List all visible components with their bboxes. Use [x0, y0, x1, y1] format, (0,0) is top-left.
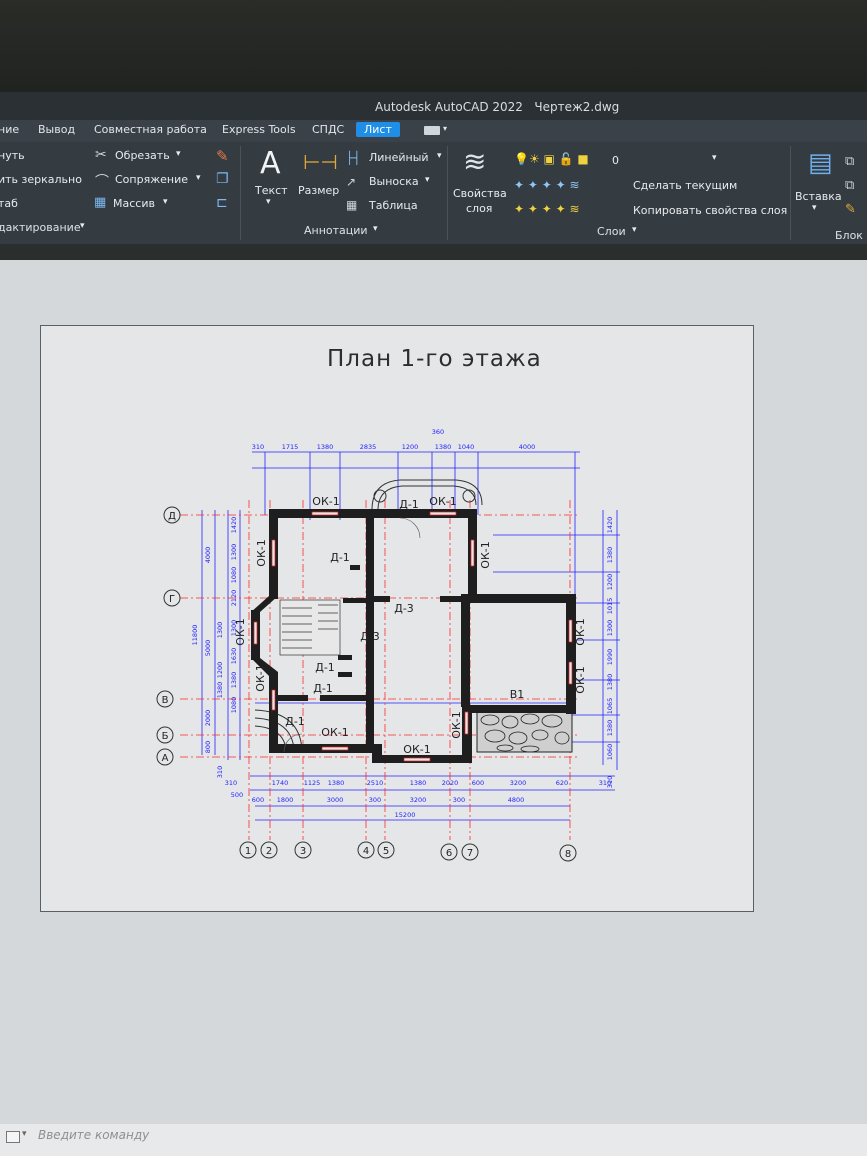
dim-left-small: 1200 [216, 662, 224, 679]
dim-left: 800 [204, 741, 212, 753]
dim-bottom-2: 3000 [327, 796, 344, 804]
dim-left-small: 310 [216, 766, 224, 778]
staircase [279, 599, 341, 656]
floor-plan-drawing[interactable]: Д Г В Б А 1 2 3 4 5 6 7 8 310 1715 1380 … [0, 0, 867, 1156]
axis-label-2: 2 [266, 846, 272, 857]
dim-left: 11800 [191, 625, 199, 646]
dim-right: 1420 [606, 517, 614, 534]
dim-left-small: 1080 [230, 697, 238, 714]
dim-bottom: 1740 [272, 779, 289, 787]
dim-top: 310 [252, 443, 264, 451]
dim-bottom-2: 300 [453, 796, 465, 804]
axis-label-4: 4 [363, 846, 369, 857]
stone-paving [476, 711, 573, 753]
dim-left-small: 1380 [230, 672, 238, 689]
dim-right: 1380 [606, 720, 614, 737]
window-tag: ОК-1 [312, 495, 339, 508]
dim-bottom-3: 500 [231, 791, 243, 799]
dim-left-small: 1420 [230, 517, 238, 534]
axis-label-5: 5 [383, 846, 389, 857]
dim-left-small: 1080 [230, 567, 238, 584]
room-tag-b1: В1 [510, 688, 525, 701]
axis-label-1: 1 [245, 846, 251, 857]
axis-label-6: 6 [446, 848, 452, 859]
axis-label-v: В [162, 695, 169, 706]
dim-right: 1015 [606, 598, 614, 615]
dim-top: 1715 [282, 443, 299, 451]
window-tag: ОК-1 [429, 495, 456, 508]
top-dimensions: 310 1715 1380 2835 1200 1380 1040 4000 3… [252, 428, 535, 451]
balcony-arc [371, 479, 483, 511]
dim-bottom: 1125 [304, 779, 321, 787]
command-history-dropdown-icon[interactable]: ▾ [22, 1129, 27, 1139]
axis-label-7: 7 [467, 848, 473, 859]
left-dimensions: 4000 11800 5000 2000 800 1420 1300 1080 … [191, 517, 238, 778]
dim-bottom: 2020 [442, 779, 459, 787]
dim-left-small: 1300 [216, 622, 224, 639]
door-tag: Д-1 [399, 498, 419, 511]
dim-total: 15200 [395, 811, 416, 819]
dim-right: 1380 [606, 674, 614, 691]
axis-label-d: Д [168, 511, 176, 522]
dim-bottom: 310 [225, 779, 237, 787]
bottom-dimensions: 310 1740 1125 1380 2510 1380 2020 600 32… [225, 779, 611, 819]
dim-left: 4000 [204, 547, 212, 564]
dim-right: 1380 [606, 547, 614, 564]
dim-bottom-2: 1800 [277, 796, 294, 804]
dim-top: 1040 [458, 443, 475, 451]
dim-bottom: 3200 [510, 779, 527, 787]
axis-label-b: Б [162, 731, 169, 742]
dim-left: 2000 [204, 710, 212, 727]
door-tag: Д-3 [360, 630, 380, 643]
dim-top: 1380 [317, 443, 334, 451]
dim-bottom: 2510 [367, 779, 384, 787]
dim-left-small: 1300 [230, 544, 238, 561]
dim-right: 310 [606, 776, 614, 788]
door-tag: Д-1 [313, 682, 333, 695]
dim-right: 1060 [606, 744, 614, 761]
dim-left-small: 1380 [216, 682, 224, 699]
window-tag: ОК-1 [255, 539, 268, 566]
dim-bottom: 600 [472, 779, 484, 787]
window-tag: ОК-1 [321, 726, 348, 739]
window-tag: ОК-1 [479, 541, 492, 568]
dim-bottom: 1380 [328, 779, 345, 787]
dim-bottom-2: 4800 [508, 796, 525, 804]
window-tag: ОК-1 [450, 711, 463, 738]
door-tag: Д-1 [285, 715, 305, 728]
dim-right: 1065 [606, 698, 614, 715]
command-input[interactable]: Введите команду [38, 1128, 149, 1142]
window-tag: ОК-1 [234, 618, 247, 645]
dim-bottom-2: 300 [369, 796, 381, 804]
dim-top: 2835 [360, 443, 377, 451]
command-line-icon[interactable] [6, 1131, 20, 1143]
dim-bottom: 1380 [410, 779, 427, 787]
door-tag: Д-1 [330, 551, 350, 564]
axis-label-a: А [162, 753, 169, 764]
dim-right: 1300 [606, 620, 614, 637]
dim-top: 4000 [519, 443, 536, 451]
dim-right: 1990 [606, 649, 614, 666]
dim-right: 1200 [606, 574, 614, 591]
door-tag: Д-1 [315, 661, 335, 674]
dim-top-extra: 360 [432, 428, 444, 436]
dim-top: 1200 [402, 443, 419, 451]
dim-bottom: 620 [556, 779, 568, 787]
window-tag: ОК-1 [574, 618, 587, 645]
dim-left-small: 1630 [230, 648, 238, 665]
right-dimensions: 1420 1380 1200 1015 1300 1990 1380 1065 … [606, 517, 614, 788]
door-tag: Д-3 [394, 602, 414, 615]
dim-top: 1380 [435, 443, 452, 451]
window-tag: ОК-1 [574, 666, 587, 693]
axis-label-g: Г [169, 594, 175, 605]
dim-left-small: 2120 [230, 590, 238, 607]
window-tag: ОК-1 [254, 664, 267, 691]
dim-bottom-2: 3200 [410, 796, 427, 804]
dim-bottom-2: 600 [252, 796, 264, 804]
axis-label-8: 8 [565, 849, 571, 860]
dim-left: 5000 [204, 640, 212, 657]
window-tag: ОК-1 [403, 743, 430, 756]
axis-label-3: 3 [300, 846, 306, 857]
